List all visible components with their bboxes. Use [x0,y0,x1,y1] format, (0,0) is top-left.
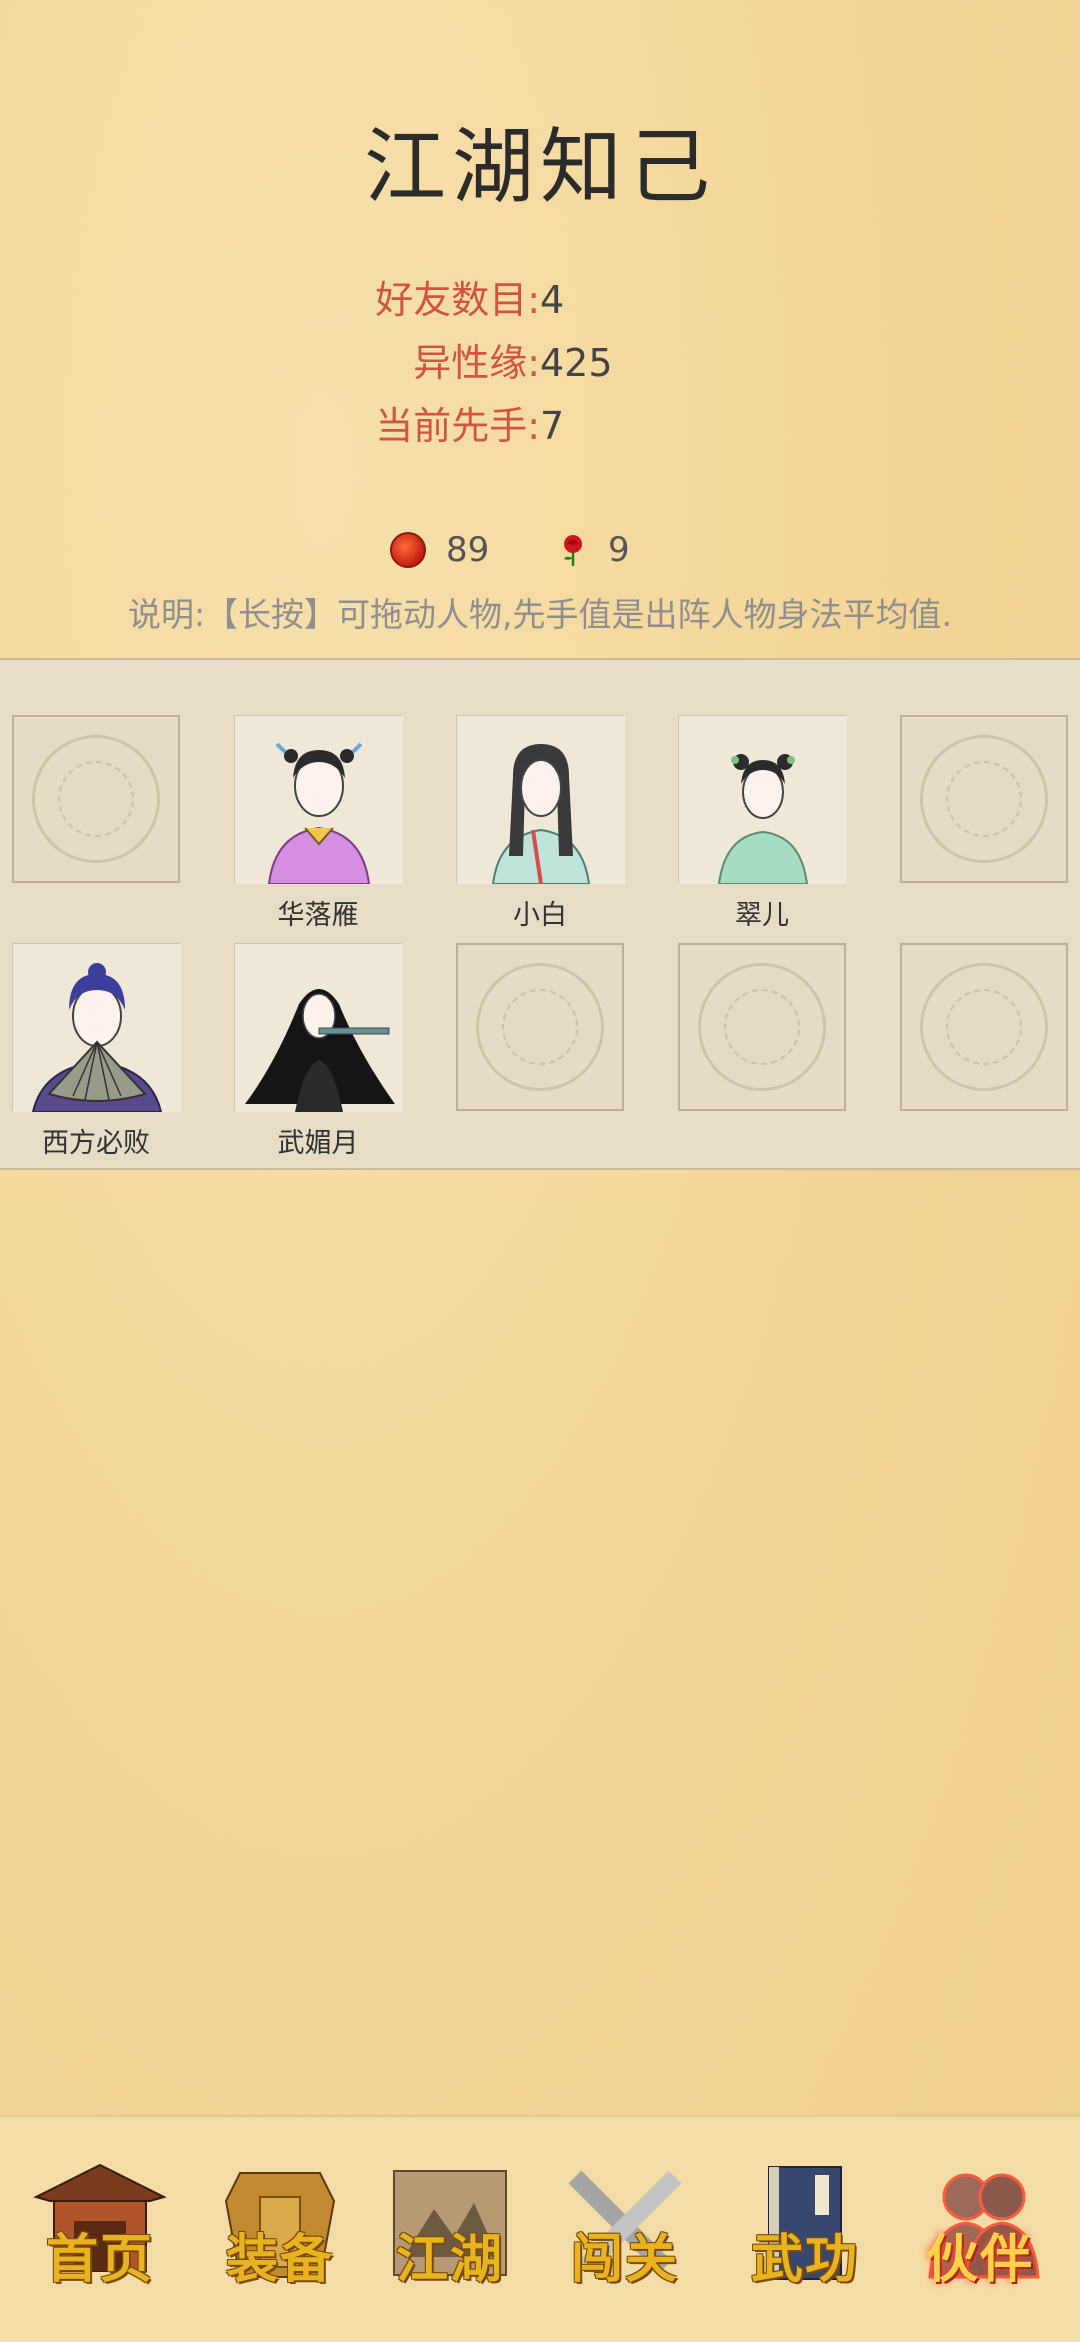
coin-counter: 89 [390,530,489,570]
instruction-note: 说明:【长按】可拖动人物,先手值是出阵人物身法平均值. [127,595,953,634]
stat-value: 4 [540,278,565,322]
companion-slot-hualuoyan[interactable] [234,715,403,884]
wumeiyue-portrait-icon [235,944,403,1112]
companion-name: 翠儿 [735,900,789,931]
stat-friend-count: 好友数目: 4 [0,270,1080,330]
empty-slot[interactable] [900,715,1068,883]
nav-label: 首页 [45,2229,154,2290]
companion-slot-cuier[interactable] [678,715,847,884]
nav-home[interactable]: 首页 [20,2157,180,2307]
nav-label: 伙伴 [925,2229,1034,2290]
nav-label: 武功 [750,2229,859,2290]
stat-value: 7 [540,404,565,448]
stat-opposite-sex-affinity: 异性缘: 425 [0,333,1080,393]
stat-label: 好友数目: [375,278,540,322]
nav-label: 闯关 [570,2229,679,2290]
companion-slot-xifangbibai[interactable] [12,943,181,1112]
companion-slot-xiaobai[interactable] [456,715,625,884]
rose-counter: 9 [558,530,630,570]
companion-slot-wumeiyue[interactable] [234,943,403,1112]
nav-companions[interactable]: 伙伴 [900,2157,1060,2307]
red-pouch-icon [390,532,426,568]
nav-label: 装备 [225,2229,334,2290]
companion-name: 华落雁 [277,900,359,931]
currency-bar: 89 9 [0,530,1080,580]
companion-grid: 华落雁 小白 翠儿 西方必败 武媚月 [0,658,1080,1170]
coin-count: 89 [446,530,490,570]
rose-count: 9 [608,530,630,570]
page-title: 江湖知己 [363,120,716,215]
nav-martial-arts[interactable]: 武功 [725,2157,885,2307]
bottom-navigation: 首页 装备 江湖 闯关 武功 伙伴 [0,2115,1080,2342]
hualuoyan-portrait-icon [235,716,403,884]
stat-label: 异性缘: [413,341,540,385]
companion-name: 武媚月 [277,1128,359,1159]
stat-label: 当前先手: [375,404,540,448]
nav-jianghu[interactable]: 江湖 [370,2157,530,2307]
xifangbibai-portrait-icon [13,944,181,1112]
rose-icon [564,535,582,566]
companion-name: 小白 [513,900,567,931]
empty-slot[interactable] [12,715,180,883]
nav-challenge[interactable]: 闯关 [545,2157,705,2307]
stat-initiative: 当前先手: 7 [0,396,1080,456]
empty-slot[interactable] [678,943,846,1111]
empty-slot[interactable] [900,943,1068,1111]
cuier-portrait-icon [679,716,847,884]
nav-label: 江湖 [395,2229,504,2290]
companion-name: 西方必败 [42,1128,150,1159]
stat-value: 425 [540,341,613,385]
nav-equipment[interactable]: 装备 [200,2157,360,2307]
xiaobai-portrait-icon [457,716,625,884]
empty-slot[interactable] [456,943,624,1111]
